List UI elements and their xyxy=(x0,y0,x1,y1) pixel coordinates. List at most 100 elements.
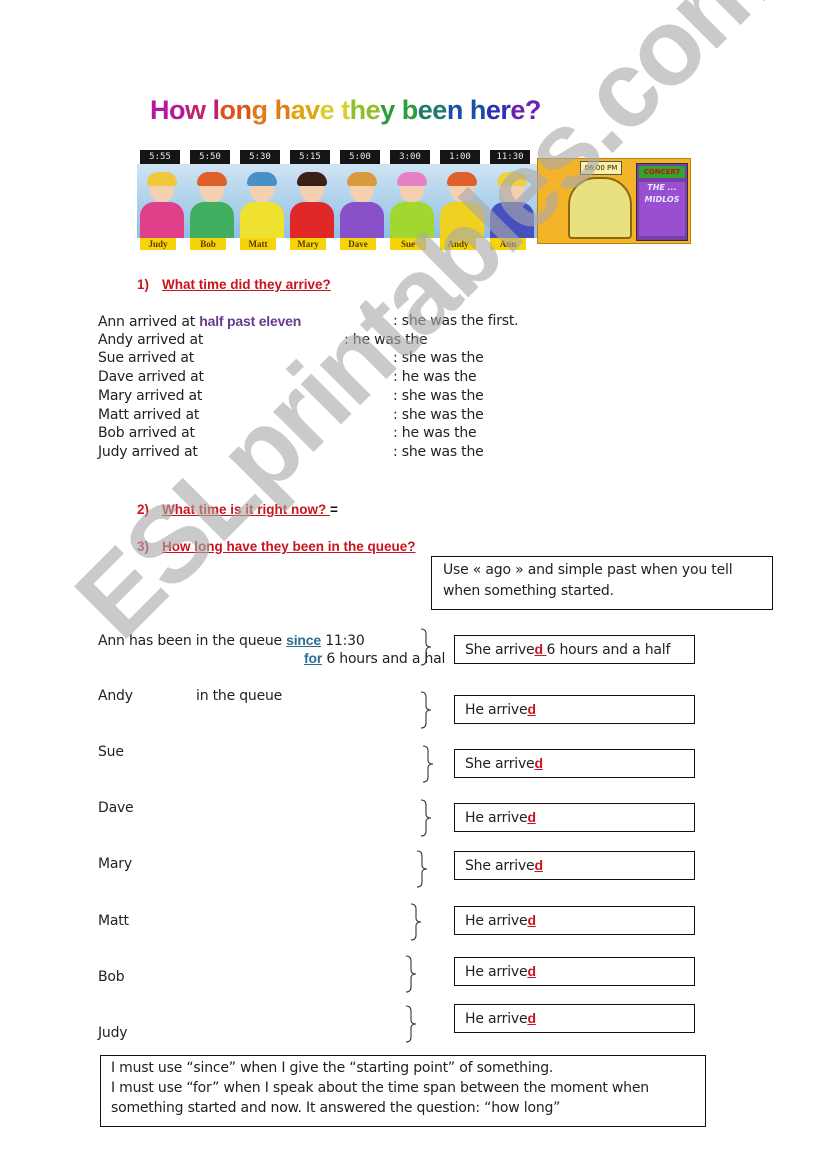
answer-box[interactable]: She arrived xyxy=(454,851,695,880)
question-text: What time is it right now? xyxy=(162,502,330,517)
arrival-clock: 1:00 xyxy=(440,150,480,164)
arrival-sentence: Dave arrived at xyxy=(98,368,204,386)
title-letter: o xyxy=(169,95,186,125)
question-2-heading: 2) What time is it right now? = xyxy=(137,502,338,517)
sentence-suffix: : she was the xyxy=(393,443,484,460)
title-letter: v xyxy=(305,95,320,125)
title-letter: o xyxy=(219,95,237,125)
worksheet-title: How long have they been here? xyxy=(150,95,541,126)
booth-clock: 06:00 PM xyxy=(580,161,622,175)
answer-text: She arrived xyxy=(465,856,543,875)
title-letter: ? xyxy=(524,95,542,125)
title-letter: l xyxy=(212,95,221,125)
curly-brace-icon xyxy=(416,850,428,888)
ago-rule-note: Use « ago » and simple past when you tel… xyxy=(431,556,773,610)
title-letter: r xyxy=(500,95,511,125)
past-tense-ending: d xyxy=(534,755,543,771)
sentence-suffix: : he was the xyxy=(393,369,477,386)
note-line: I must use “for” when I speak about the … xyxy=(111,1080,649,1096)
curly-brace-icon xyxy=(420,799,432,837)
answer-box[interactable]: He arrived xyxy=(454,957,695,986)
answer-box[interactable]: She arrived xyxy=(454,749,695,778)
answer-box[interactable]: He arrived xyxy=(454,803,695,832)
title-letter: h xyxy=(349,95,367,125)
person-figure xyxy=(190,172,234,238)
since-keyword: since xyxy=(286,632,321,648)
question-1-heading: 1) What time did they arrive? xyxy=(137,277,331,292)
name-label: Dave xyxy=(340,238,376,250)
queue-name: Judy xyxy=(98,1025,128,1041)
past-tense-ending: d xyxy=(527,701,536,717)
person-figure xyxy=(440,172,484,238)
answer-text: He arrived xyxy=(465,700,536,719)
curly-brace-icon xyxy=(405,955,417,993)
title-letter: e xyxy=(485,95,501,125)
past-tense-ending: d xyxy=(527,912,536,928)
queue-name: Bob xyxy=(98,969,125,985)
answer-box[interactable]: He arrived xyxy=(454,906,695,935)
answer-stem: She arrive xyxy=(465,756,535,772)
title-letter xyxy=(395,95,402,125)
title-letter: e xyxy=(417,95,433,125)
arrival-sentence: Sue arrived at xyxy=(98,349,194,367)
name-label: Matt xyxy=(240,238,276,250)
sentence-suffix: : he was the xyxy=(393,425,477,442)
question-text: What time did they arrive? xyxy=(162,277,331,292)
since-for-rule-note: I must use “since” when I give the “star… xyxy=(100,1055,706,1127)
poster-text: THE ... MIDLOS xyxy=(639,182,685,236)
queue-name: Mary xyxy=(98,856,132,872)
answer-stem: He arrive xyxy=(465,964,528,980)
queue-illustration: 06:00 PM CONCERT THE ... MIDLOS 5:55 5:50… xyxy=(137,150,691,252)
curly-brace-icon xyxy=(410,903,422,941)
answer-box[interactable]: He arrived xyxy=(454,1004,695,1033)
arrival-clock: 5:55 xyxy=(140,150,180,164)
past-tense-ending: d xyxy=(527,963,536,979)
curly-brace-icon xyxy=(405,1005,417,1043)
sentence-subject: Mary arrived at xyxy=(98,387,203,404)
title-letter: H xyxy=(150,95,170,125)
equals-sign: = xyxy=(330,502,338,517)
answer-text: He arrived xyxy=(465,962,536,981)
answer-box[interactable]: She arrived 6 hours and a half xyxy=(454,635,695,664)
answer-box[interactable]: He arrived xyxy=(454,695,695,724)
person-figure xyxy=(240,172,284,238)
arrival-clock: 5:15 xyxy=(290,150,330,164)
sentence-subject: Sue arrived at xyxy=(98,350,195,367)
title-letter: b xyxy=(401,95,419,125)
answer-stem: He arrive xyxy=(465,702,528,718)
for-keyword: for xyxy=(304,650,323,666)
sentence-prefix: Ann has been in the queue xyxy=(98,633,287,649)
name-label: Judy xyxy=(140,238,176,250)
arrival-sentence: Mary arrived at xyxy=(98,387,202,405)
queue-name: Dave xyxy=(98,800,134,816)
answer-text: He arrived xyxy=(465,911,536,930)
sentence-suffix: : he was the xyxy=(344,331,428,348)
note-text: I must use “since” when I give the “star… xyxy=(111,1058,649,1118)
arrival-clock: 5:50 xyxy=(190,150,230,164)
question-number: 1) xyxy=(137,277,150,292)
answer-stem: She arrive xyxy=(465,642,535,658)
title-letter xyxy=(268,95,275,125)
title-letter: e xyxy=(365,95,381,125)
sentence-subject: Matt arrived at xyxy=(98,406,200,423)
queue-name: Matt xyxy=(98,913,129,929)
title-text: How long have they been here? xyxy=(150,95,541,125)
past-tense-ending: d xyxy=(534,857,543,873)
note-text: Use « ago » and simple past when you tel… xyxy=(443,560,733,602)
answer-text: She arrived xyxy=(465,754,543,773)
title-letter: e xyxy=(319,95,335,125)
title-letter: n xyxy=(446,95,464,125)
sentence-subject: Dave arrived at xyxy=(98,369,204,386)
arrival-sentence: Matt arrived at xyxy=(98,406,199,424)
answer-text: He arrived xyxy=(465,1009,536,1028)
sentence-suffix: : she was the xyxy=(393,387,484,404)
note-line: Use « ago » and simple past when you tel… xyxy=(443,562,733,578)
past-tense-ending: d xyxy=(534,641,547,657)
cinema-booth-illustration: 06:00 PM CONCERT THE ... MIDLOS xyxy=(537,158,691,244)
title-letter: w xyxy=(185,95,206,125)
note-line: something started and now. It answered t… xyxy=(111,1100,561,1116)
example-since-sentence: Ann has been in the queue since 11:30 xyxy=(98,631,365,650)
title-letter: e xyxy=(432,95,447,125)
sentence-suffix: : she was the xyxy=(393,406,484,423)
curly-brace-icon xyxy=(420,628,432,666)
